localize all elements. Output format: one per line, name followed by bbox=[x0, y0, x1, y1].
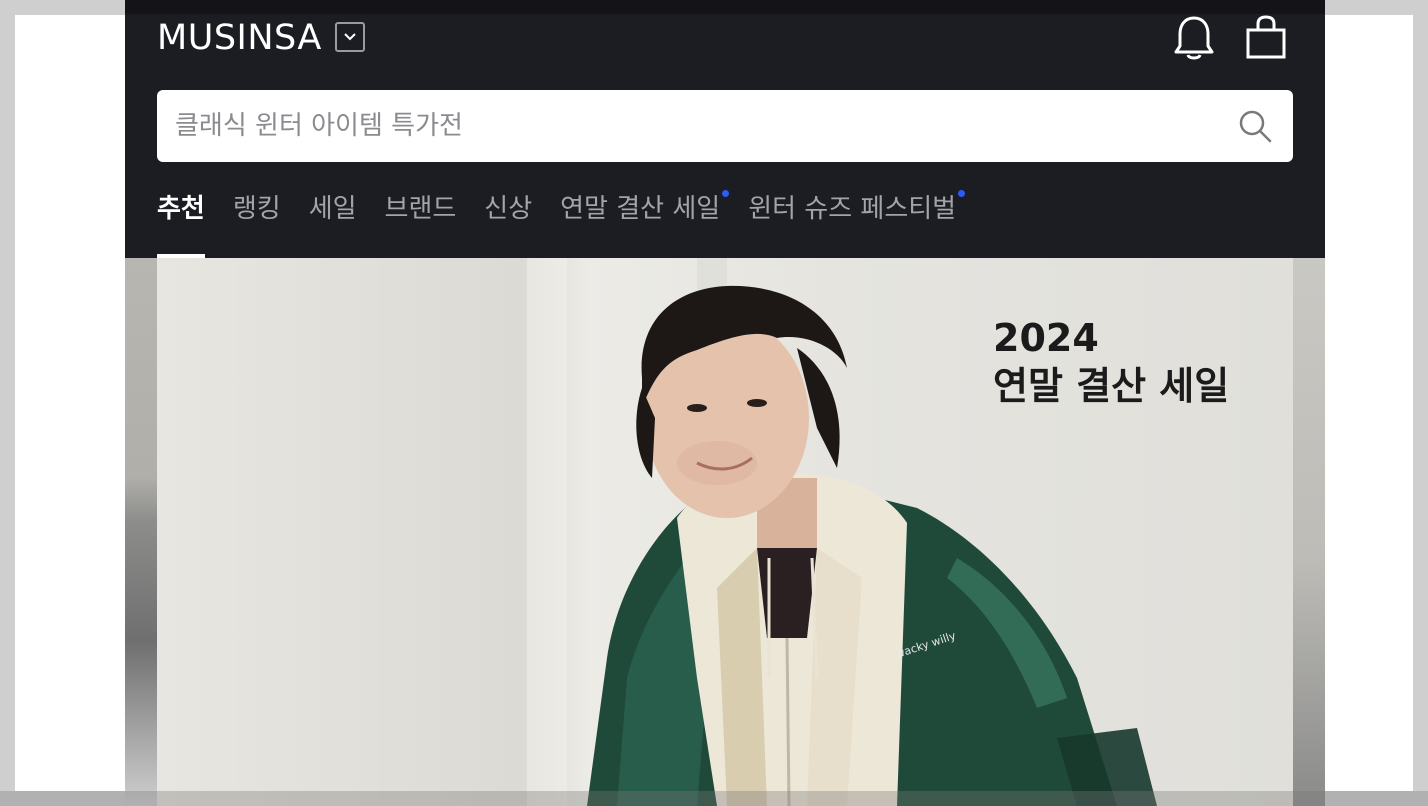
search-input[interactable] bbox=[173, 110, 1217, 142]
next-banner-peek[interactable] bbox=[1293, 258, 1325, 806]
new-indicator-dot bbox=[958, 190, 966, 197]
hero-title: 2024 연말 결산 세일 bbox=[993, 314, 1229, 410]
musinsa-app: MUSINSA 추천 랭킹 세일 브랜드 신상 연말 결산 세일 윈터 슈즈 페… bbox=[125, 0, 1325, 806]
new-indicator-dot bbox=[722, 190, 730, 197]
hero-banner[interactable]: wacky willy 2024 연말 결산 세일 bbox=[157, 258, 1293, 806]
store-switch-button[interactable] bbox=[335, 22, 365, 52]
bell-icon[interactable] bbox=[1171, 14, 1217, 62]
previous-banner-peek[interactable] bbox=[125, 258, 157, 806]
search-icon[interactable] bbox=[1235, 106, 1275, 146]
hero-title-year: 2024 bbox=[993, 316, 1099, 360]
tab-ranking[interactable]: 랭킹 bbox=[233, 186, 281, 232]
tab-year-end-sale[interactable]: 연말 결산 세일 bbox=[560, 186, 730, 232]
musinsa-logo[interactable]: MUSINSA bbox=[157, 18, 322, 58]
status-strip bbox=[125, 0, 1325, 14]
tab-winter-shoes-festival[interactable]: 윈터 슈즈 페스티벌 bbox=[748, 186, 966, 232]
tab-recommend[interactable]: 추천 bbox=[157, 186, 205, 258]
tab-new-arrivals[interactable]: 신상 bbox=[484, 186, 532, 232]
tab-brand[interactable]: 브랜드 bbox=[385, 186, 457, 232]
category-tabs: 추천 랭킹 세일 브랜드 신상 연말 결산 세일 윈터 슈즈 페스티벌 bbox=[157, 186, 984, 258]
shopping-bag-icon[interactable] bbox=[1245, 14, 1287, 60]
tab-sale[interactable]: 세일 bbox=[309, 186, 357, 232]
chevron-down-icon bbox=[344, 33, 356, 41]
hero-carousel[interactable]: wacky willy 2024 연말 결산 세일 bbox=[125, 258, 1325, 806]
hero-title-text: 연말 결산 세일 bbox=[993, 364, 1230, 408]
search-bar[interactable] bbox=[157, 90, 1293, 162]
bottom-overlay bbox=[0, 791, 1428, 806]
